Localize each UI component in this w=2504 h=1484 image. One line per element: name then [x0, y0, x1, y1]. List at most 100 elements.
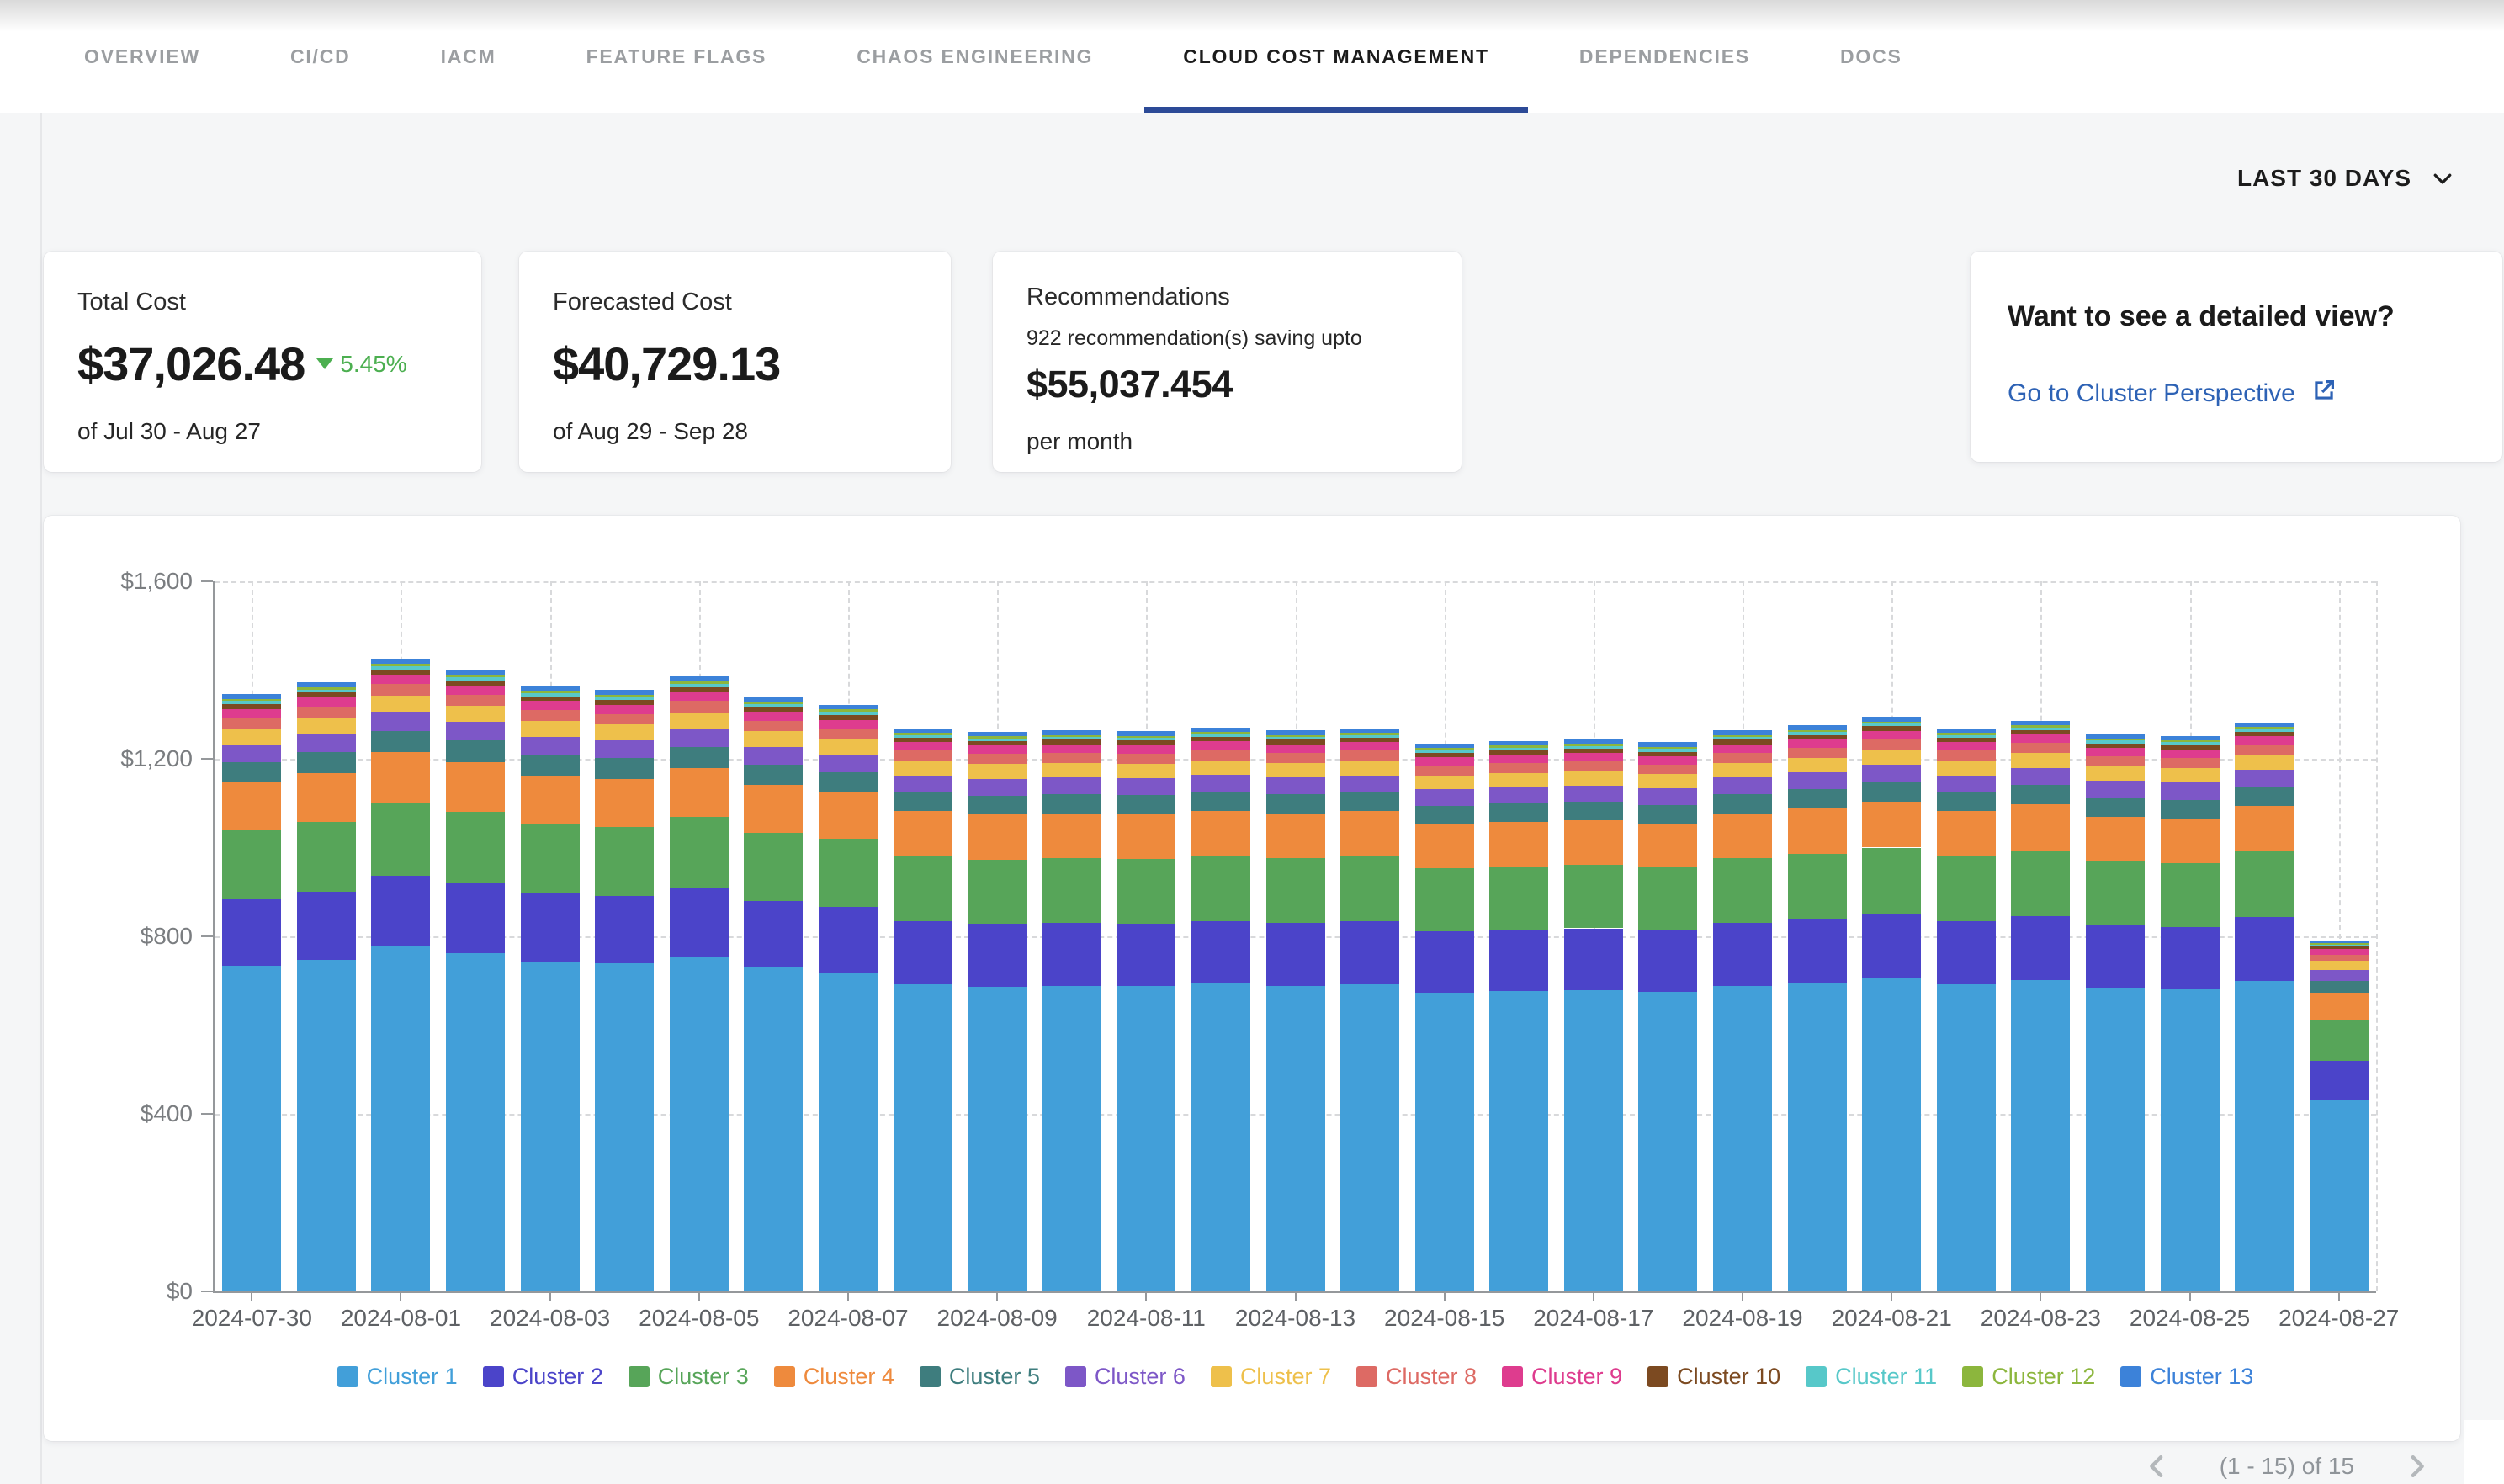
bar-segment-cluster-9[interactable]: [1937, 742, 1996, 750]
bar-segment-cluster-7[interactable]: [1788, 758, 1847, 772]
tab-overview[interactable]: OVERVIEW: [84, 0, 200, 113]
bar-segment-cluster-2[interactable]: [1266, 923, 1325, 986]
bar-segment-cluster-13[interactable]: [744, 697, 803, 702]
bar-segment-cluster-3[interactable]: [1788, 854, 1847, 920]
bar-segment-cluster-6[interactable]: [1266, 777, 1325, 794]
bar-segment-cluster-4[interactable]: [1266, 814, 1325, 858]
bar-segment-cluster-7[interactable]: [446, 706, 505, 722]
bar-segment-cluster-5[interactable]: [446, 740, 505, 761]
bar-segment-cluster-1[interactable]: [521, 962, 580, 1291]
cluster-perspective-link[interactable]: Go to Cluster Perspective: [2008, 377, 2469, 411]
bar-segment-cluster-10[interactable]: [1862, 726, 1921, 730]
bar-segment-cluster-3[interactable]: [1117, 859, 1175, 923]
bar-segment-cluster-7[interactable]: [894, 761, 952, 775]
bar-segment-cluster-6[interactable]: [521, 737, 580, 755]
bar-segment-cluster-10[interactable]: [1415, 753, 1474, 757]
bar-segment-cluster-3[interactable]: [1191, 856, 1250, 921]
bar-segment-cluster-6[interactable]: [1340, 776, 1399, 792]
legend-item-cluster-9[interactable]: Cluster 9: [1502, 1364, 1622, 1390]
bar-segment-cluster-9[interactable]: [446, 686, 505, 695]
bar-segment-cluster-1[interactable]: [1191, 983, 1250, 1291]
bar-segment-cluster-2[interactable]: [2011, 916, 2070, 980]
bar-segment-cluster-9[interactable]: [1788, 739, 1847, 748]
bar-segment-cluster-13[interactable]: [2086, 734, 2145, 738]
bar-segment-cluster-13[interactable]: [446, 670, 505, 676]
bar-segment-cluster-10[interactable]: [446, 681, 505, 686]
tab-chaos-engineering[interactable]: CHAOS ENGINEERING: [857, 0, 1093, 113]
legend-item-cluster-8[interactable]: Cluster 8: [1356, 1364, 1477, 1390]
bar-segment-cluster-4[interactable]: [744, 785, 803, 832]
bar-segment-cluster-3[interactable]: [1489, 867, 1548, 930]
bar-segment-cluster-7[interactable]: [2011, 753, 2070, 767]
bar-segment-cluster-10[interactable]: [670, 687, 729, 692]
bar-segment-cluster-11[interactable]: [2235, 729, 2294, 732]
bar-segment-cluster-7[interactable]: [744, 731, 803, 746]
bar-segment-cluster-7[interactable]: [371, 696, 430, 713]
bar-segment-cluster-3[interactable]: [819, 839, 878, 906]
bar-segment-cluster-8[interactable]: [1191, 750, 1250, 760]
bar-segment-cluster-7[interactable]: [1564, 771, 1623, 786]
bar-segment-cluster-10[interactable]: [968, 741, 1027, 745]
bar-segment-cluster-11[interactable]: [1638, 749, 1697, 751]
bar-segment-cluster-2[interactable]: [595, 896, 654, 963]
bar-segment-cluster-8[interactable]: [670, 701, 729, 712]
bar-segment-cluster-13[interactable]: [670, 676, 729, 681]
bar-segment-cluster-2[interactable]: [1788, 919, 1847, 982]
bar-segment-cluster-7[interactable]: [1415, 776, 1474, 790]
bar-segment-cluster-1[interactable]: [1415, 993, 1474, 1291]
legend-item-cluster-12[interactable]: Cluster 12: [1962, 1364, 2095, 1390]
bar-segment-cluster-5[interactable]: [1713, 794, 1772, 814]
bar-segment-cluster-7[interactable]: [2235, 755, 2294, 769]
bar-segment-cluster-2[interactable]: [819, 907, 878, 973]
bar-segment-cluster-9[interactable]: [1117, 745, 1175, 754]
bar-segment-cluster-3[interactable]: [894, 856, 952, 921]
bar-segment-cluster-11[interactable]: [1117, 738, 1175, 740]
bar-segment-cluster-6[interactable]: [446, 722, 505, 740]
bar-segment-cluster-10[interactable]: [1489, 750, 1548, 755]
bar-segment-cluster-8[interactable]: [1564, 761, 1623, 771]
bar-segment-cluster-4[interactable]: [1937, 811, 1996, 856]
bar-segment-cluster-2[interactable]: [1862, 914, 1921, 978]
bar-segment-cluster-12[interactable]: [371, 664, 430, 666]
bar-segment-cluster-7[interactable]: [968, 764, 1027, 778]
bar-segment-cluster-12[interactable]: [595, 695, 654, 697]
bar-segment-cluster-10[interactable]: [894, 738, 952, 742]
bar-segment-cluster-7[interactable]: [1117, 764, 1175, 778]
bar-segment-cluster-1[interactable]: [595, 963, 654, 1291]
bar-segment-cluster-6[interactable]: [894, 776, 952, 792]
bar-segment-cluster-1[interactable]: [1117, 986, 1175, 1291]
bar-segment-cluster-5[interactable]: [2235, 787, 2294, 806]
bar-segment-cluster-8[interactable]: [1862, 739, 1921, 750]
legend-item-cluster-11[interactable]: Cluster 11: [1806, 1364, 1937, 1390]
bar-segment-cluster-7[interactable]: [1937, 761, 1996, 775]
bar-segment-cluster-6[interactable]: [595, 740, 654, 759]
bar-segment-cluster-8[interactable]: [1937, 750, 1996, 761]
bar-segment-cluster-2[interactable]: [297, 892, 356, 960]
bar-segment-cluster-3[interactable]: [595, 827, 654, 896]
bar-segment-cluster-1[interactable]: [744, 967, 803, 1291]
bar-segment-cluster-12[interactable]: [670, 681, 729, 684]
bar-segment-cluster-11[interactable]: [1191, 734, 1250, 737]
bar-segment-cluster-6[interactable]: [2086, 781, 2145, 798]
bar-segment-cluster-7[interactable]: [819, 739, 878, 755]
bar-segment-cluster-12[interactable]: [1564, 744, 1623, 746]
bar-segment-cluster-7[interactable]: [1191, 761, 1250, 775]
bar-segment-cluster-11[interactable]: [968, 739, 1027, 741]
bar-segment-cluster-13[interactable]: [1564, 739, 1623, 744]
tab-docs[interactable]: DOCS: [1840, 0, 1902, 113]
bar-segment-cluster-11[interactable]: [1862, 723, 1921, 726]
legend-item-cluster-2[interactable]: Cluster 2: [483, 1364, 603, 1390]
bar-segment-cluster-6[interactable]: [1415, 789, 1474, 806]
bar-segment-cluster-9[interactable]: [744, 712, 803, 721]
bar-segment-cluster-13[interactable]: [595, 690, 654, 695]
bar-segment-cluster-3[interactable]: [1042, 858, 1101, 922]
bar-segment-cluster-1[interactable]: [1788, 983, 1847, 1291]
bar-segment-cluster-1[interactable]: [2011, 980, 2070, 1291]
bar-segment-cluster-10[interactable]: [2310, 946, 2369, 949]
bar-segment-cluster-11[interactable]: [819, 712, 878, 715]
bar-segment-cluster-7[interactable]: [521, 721, 580, 736]
bar-segment-cluster-5[interactable]: [1340, 792, 1399, 812]
bar-segment-cluster-9[interactable]: [371, 675, 430, 684]
bar-segment-cluster-2[interactable]: [1564, 929, 1623, 990]
bar-segment-cluster-12[interactable]: [1638, 747, 1697, 750]
